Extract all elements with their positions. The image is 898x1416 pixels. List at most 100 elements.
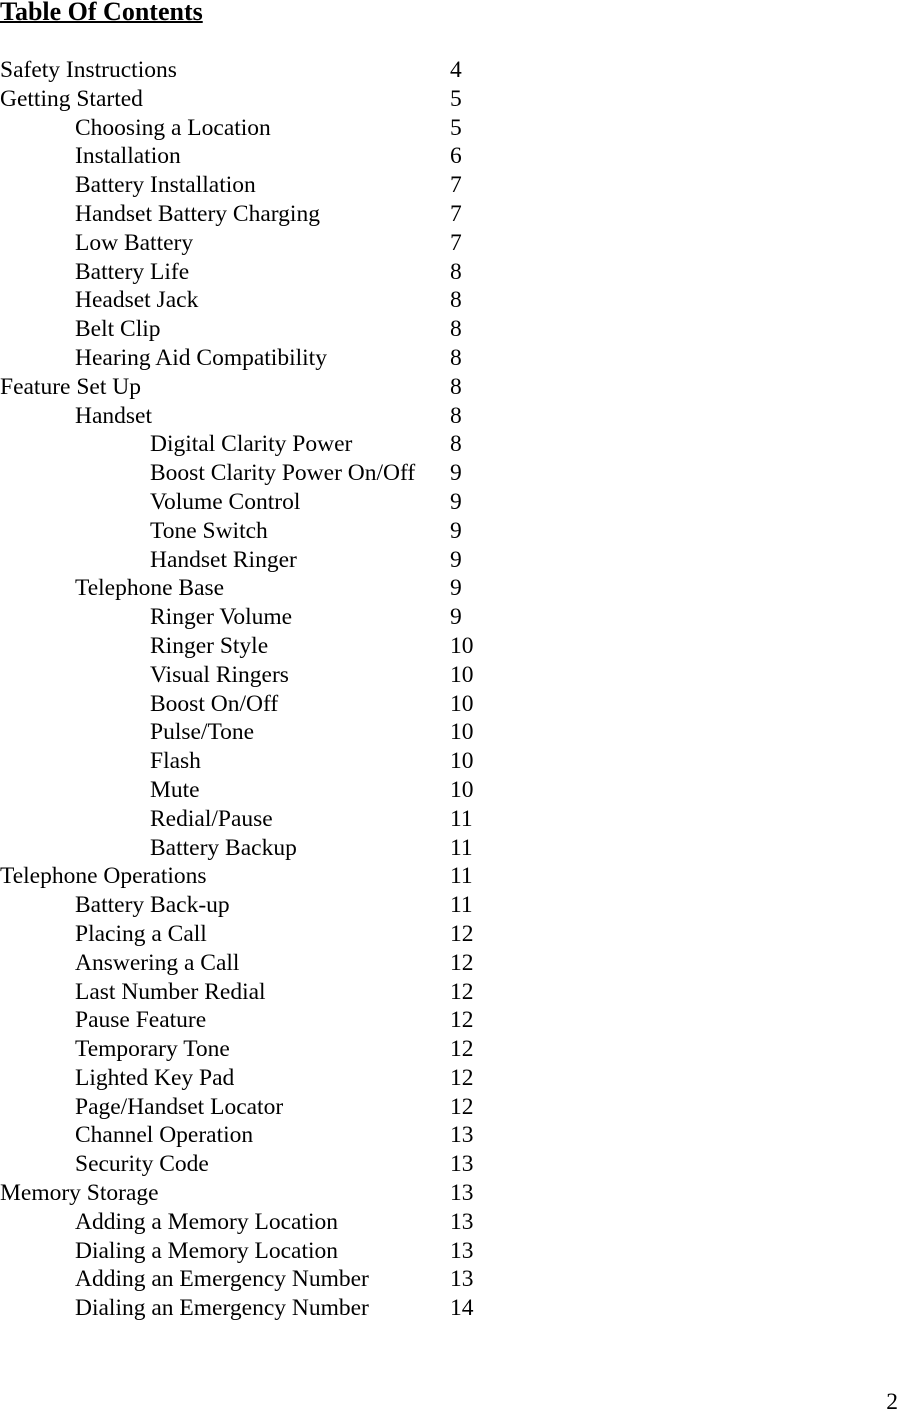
toc-entry-page: 12 xyxy=(450,1064,474,1091)
toc-entry[interactable]: Ringer Style 10 xyxy=(0,632,600,661)
toc-entry-label: Ringer Volume xyxy=(150,604,293,631)
toc-entry-label: Visual Ringers xyxy=(150,661,289,688)
toc-entry[interactable]: Tone Switch 9 xyxy=(0,517,600,546)
toc-entry-page: 10 xyxy=(450,690,474,717)
toc-entry-page: 9 xyxy=(450,460,462,487)
toc-entry[interactable]: Last Number Redial 12 xyxy=(0,978,600,1007)
toc-title: Table Of Contents xyxy=(0,0,203,26)
toc-entry-label: Ringer Style xyxy=(150,632,269,659)
toc-entry-label: Headset Jack xyxy=(75,287,199,314)
toc-entry-page: 7 xyxy=(450,172,462,199)
toc-entry[interactable]: Battery Backup 11 xyxy=(0,834,600,863)
toc-entry[interactable]: Digital Clarity Power 8 xyxy=(0,430,600,459)
toc-entry[interactable]: Pause Feature 12 xyxy=(0,1006,600,1035)
toc-entry[interactable]: Handset 8 xyxy=(0,402,600,431)
toc-entry[interactable]: Channel Operation 13 xyxy=(0,1121,600,1150)
toc-entry[interactable]: Telephone Operations 11 xyxy=(0,862,600,891)
toc-entry-label: Feature Set Up xyxy=(0,373,141,400)
toc-entry-label: Volume Control xyxy=(150,488,301,515)
toc-entry-label: Last Number Redial xyxy=(75,978,266,1005)
toc-entry-label: Handset xyxy=(75,402,153,429)
toc-entry-page: 9 xyxy=(450,517,462,544)
toc-entry[interactable]: Pulse/Tone 10 xyxy=(0,718,600,747)
toc-entry-page: 13 xyxy=(450,1151,474,1178)
toc-entry-page: 10 xyxy=(450,632,474,659)
toc-entry-label: Battery Installation xyxy=(75,172,256,199)
toc-entry[interactable]: Security Code 13 xyxy=(0,1150,600,1179)
toc-entry-page: 10 xyxy=(450,661,474,688)
toc-entry[interactable]: Hearing Aid Compatibility 8 xyxy=(0,344,600,373)
toc-entry[interactable]: Battery Installation 7 xyxy=(0,171,600,200)
toc-entry-label: Battery Life xyxy=(75,258,190,285)
toc-entry[interactable]: Redial/Pause 11 xyxy=(0,805,600,834)
toc-entry-label: Handset Battery Charging xyxy=(75,200,320,227)
toc-entry-label: Digital Clarity Power xyxy=(150,431,353,458)
toc-entry-label: Telephone Base xyxy=(75,575,225,602)
toc-entry[interactable]: Safety Instructions 4 xyxy=(0,56,600,85)
toc-entry-page: 7 xyxy=(450,200,462,227)
toc-entry[interactable]: Memory Storage 13 xyxy=(0,1179,600,1208)
toc-entry[interactable]: Adding an Emergency Number 13 xyxy=(0,1265,600,1294)
toc-entry[interactable]: Installation 6 xyxy=(0,142,600,171)
toc-entry[interactable]: Battery Life 8 xyxy=(0,258,600,287)
toc-entry-label: Low Battery xyxy=(75,229,194,256)
toc-entry[interactable]: Headset Jack 8 xyxy=(0,286,600,315)
toc-entry[interactable]: Placing a Call 12 xyxy=(0,920,600,949)
toc-entry[interactable]: Visual Ringers 10 xyxy=(0,661,600,690)
toc-entry[interactable]: Mute 10 xyxy=(0,776,600,805)
toc-entry-page: 8 xyxy=(450,431,462,458)
toc-entry-label: Pulse/Tone xyxy=(150,719,255,746)
toc-entry-page: 14 xyxy=(450,1295,474,1322)
toc-entry[interactable]: Belt Clip 8 xyxy=(0,315,600,344)
toc-entry-page: 12 xyxy=(450,1036,474,1063)
toc-entry-page: 11 xyxy=(450,805,473,832)
toc-entry-page: 8 xyxy=(450,344,462,371)
toc-entry-label: Battery Back-up xyxy=(75,892,230,919)
toc-entry[interactable]: Getting Started 5 xyxy=(0,85,600,114)
toc-entry-label: Adding an Emergency Number xyxy=(75,1266,369,1293)
toc-entry[interactable]: Dialing an Emergency Number 14 xyxy=(0,1294,600,1323)
toc-entry[interactable]: Volume Control 9 xyxy=(0,488,600,517)
toc-entry-page: 12 xyxy=(450,949,474,976)
toc-entry-label: Answering a Call xyxy=(75,949,240,976)
toc-entry-label: Dialing a Memory Location xyxy=(75,1237,338,1264)
toc-entry-page: 11 xyxy=(450,863,473,890)
toc-entry-page: 8 xyxy=(450,258,462,285)
toc-entry[interactable]: Handset Ringer 9 xyxy=(0,546,600,575)
toc-entry[interactable]: Telephone Base 9 xyxy=(0,574,600,603)
toc-entry-page: 13 xyxy=(450,1180,474,1207)
toc-entry-label: Handset Ringer xyxy=(150,546,297,573)
toc-entry[interactable]: Flash 10 xyxy=(0,747,600,776)
toc-entry[interactable]: Boost On/Off 10 xyxy=(0,690,600,719)
toc-entry[interactable]: Choosing a Location 5 xyxy=(0,114,600,143)
toc-entry[interactable]: Temporary Tone 12 xyxy=(0,1035,600,1064)
toc-entry-page: 13 xyxy=(450,1266,474,1293)
toc-entry[interactable]: Dialing a Memory Location 13 xyxy=(0,1237,600,1266)
toc-entry-page: 10 xyxy=(450,776,474,803)
toc-entry-page: 9 xyxy=(450,488,462,515)
toc-entry-label: Safety Instructions xyxy=(0,57,177,83)
toc-entry-label: Belt Clip xyxy=(75,316,161,343)
toc-entry[interactable]: Battery Back-up 11 xyxy=(0,891,600,920)
toc-entry-page: 11 xyxy=(450,834,473,861)
toc-entry[interactable]: Handset Battery Charging 7 xyxy=(0,200,600,229)
toc-entry-label: Security Code xyxy=(75,1151,209,1178)
toc-entry-page: 10 xyxy=(450,719,474,746)
toc-entry-page: 9 xyxy=(450,604,462,631)
toc-entry-label: Boost On/Off xyxy=(150,690,279,717)
toc-entry[interactable]: Adding a Memory Location 13 xyxy=(0,1208,600,1237)
toc-entry[interactable]: Feature Set Up 8 xyxy=(0,373,600,402)
toc-entry[interactable]: Boost Clarity Power On/Off 9 xyxy=(0,459,600,488)
toc-entry-label: Choosing a Location xyxy=(75,114,271,141)
toc-entry[interactable]: Lighted Key Pad 12 xyxy=(0,1064,600,1093)
toc-entry-page: 8 xyxy=(450,287,462,314)
toc-entry-page: 13 xyxy=(450,1122,474,1149)
toc-entry[interactable]: Answering a Call 12 xyxy=(0,949,600,978)
toc-entry-label: Page/Handset Locator xyxy=(75,1093,284,1120)
toc-entry-label: Adding a Memory Location xyxy=(75,1208,339,1235)
toc-entry[interactable]: Low Battery 7 xyxy=(0,229,600,258)
toc-entry-label: Flash xyxy=(150,748,201,775)
toc-entry-label: Telephone Operations xyxy=(0,863,207,890)
toc-entry[interactable]: Ringer Volume 9 xyxy=(0,603,600,632)
toc-entry[interactable]: Page/Handset Locator 12 xyxy=(0,1093,600,1122)
